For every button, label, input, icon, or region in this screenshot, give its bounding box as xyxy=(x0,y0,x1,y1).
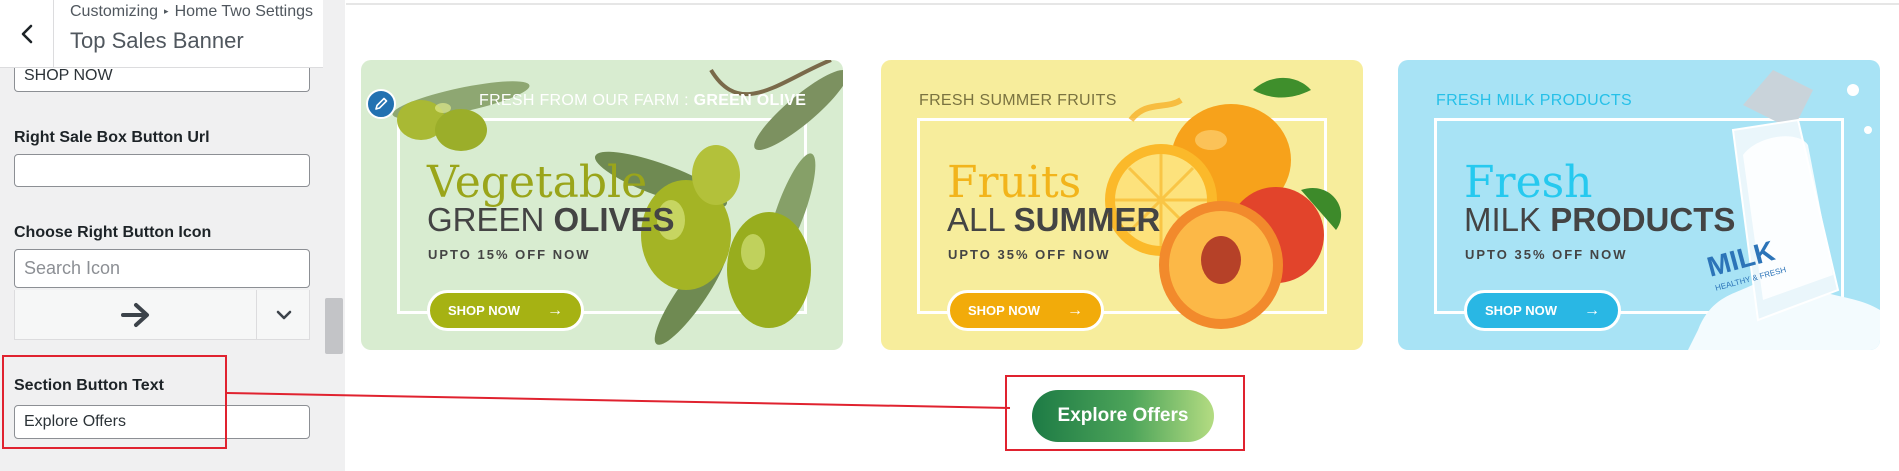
banner-subtitle: ALL SUMMER xyxy=(947,201,1160,239)
icon-dropdown-toggle[interactable] xyxy=(257,290,311,340)
icon-search-placeholder: Search Icon xyxy=(24,258,121,278)
site-preview: FRESH FROM OUR FARM : GREEN OLIVE Vegeta… xyxy=(346,0,1899,471)
shop-now-label: SHOP NOW xyxy=(968,303,1040,318)
shop-now-label: SHOP NOW xyxy=(448,303,520,318)
back-button[interactable] xyxy=(0,0,54,68)
pencil-icon xyxy=(375,97,388,110)
sale-banner-fruits[interactable]: FRESH SUMMER FRUITS Fruits ALL SUMMER UP… xyxy=(881,60,1363,350)
edit-shortcut-button[interactable] xyxy=(366,89,396,119)
arrow-right-icon xyxy=(120,303,149,327)
customizer-sidebar: SHOP NOW Right Sale Box Button Url Choos… xyxy=(0,0,345,471)
banner-subtitle: MILK PRODUCTS xyxy=(1464,201,1735,239)
scrollbar-thumb[interactable] xyxy=(325,298,343,354)
left-button-text-value: SHOP NOW xyxy=(24,66,113,84)
icon-picker xyxy=(14,290,310,340)
explore-offers-button[interactable]: Explore Offers xyxy=(1032,390,1214,442)
breadcrumb: Customizing ▸ Home Two Settings xyxy=(70,3,313,21)
shop-now-button[interactable]: SHOP NOW → xyxy=(947,290,1104,331)
sale-banner-olive[interactable]: FRESH FROM OUR FARM : GREEN OLIVE Vegeta… xyxy=(361,60,843,350)
chevron-down-icon xyxy=(276,310,292,320)
shop-now-button[interactable]: SHOP NOW → xyxy=(427,290,584,331)
subtitle-bold: PRODUCTS xyxy=(1550,201,1736,238)
banner-offer: UPTO 35% OFF NOW xyxy=(1465,247,1628,262)
preview-top-divider xyxy=(346,0,1899,5)
banner-tagline: FRESH MILK PRODUCTS xyxy=(1436,92,1632,109)
arrow-right-icon: → xyxy=(1584,302,1600,319)
selected-icon-preview[interactable] xyxy=(15,290,257,340)
banner-tagline: FRESH SUMMER FRUITS xyxy=(919,92,1117,109)
sidebar-header: Customizing ▸ Home Two Settings Top Sales … xyxy=(0,0,323,68)
arrow-right-icon: → xyxy=(547,302,563,319)
banner-offer: UPTO 35% OFF NOW xyxy=(948,247,1111,262)
icon-picker-label: Choose Right Button Icon xyxy=(14,224,212,241)
banner-offer: UPTO 15% OFF NOW xyxy=(428,247,591,262)
banner-subtitle: GREEN OLIVES xyxy=(427,201,675,239)
shop-now-label: SHOP NOW xyxy=(1485,303,1557,318)
shop-now-button[interactable]: SHOP NOW → xyxy=(1464,290,1621,331)
banner-tagline: FRESH FROM OUR FARM : GREEN OLIVE xyxy=(479,92,806,110)
annotation-highlight-box xyxy=(2,355,227,449)
right-url-label: Right Sale Box Button Url xyxy=(14,129,210,146)
subtitle-light: MILK xyxy=(1464,201,1551,238)
tagline-bold: GREEN OLIVE xyxy=(693,92,807,109)
panel-title: Top Sales Banner xyxy=(70,28,244,53)
sidebar-scrollbar[interactable] xyxy=(323,0,345,471)
breadcrumb-section: Home Two Settings xyxy=(174,3,313,20)
subtitle-bold: SUMMER xyxy=(1013,201,1161,238)
breadcrumb-root: Customizing xyxy=(70,3,159,20)
chevron-left-icon xyxy=(21,24,32,44)
right-url-input[interactable] xyxy=(14,154,310,187)
tagline-text: FRESH FROM OUR FARM : xyxy=(479,92,694,109)
subtitle-light: GREEN xyxy=(427,201,554,238)
sale-banner-milk[interactable]: FRESH MILK PRODUCTS MILK HEALTHY & FRESH… xyxy=(1398,60,1880,350)
arrow-right-icon: → xyxy=(1067,302,1083,319)
icon-search-input[interactable]: Search Icon xyxy=(14,249,310,288)
subtitle-bold: OLIVES xyxy=(553,201,675,238)
subtitle-light: ALL xyxy=(947,201,1014,238)
breadcrumb-separator: ▸ xyxy=(164,6,169,16)
